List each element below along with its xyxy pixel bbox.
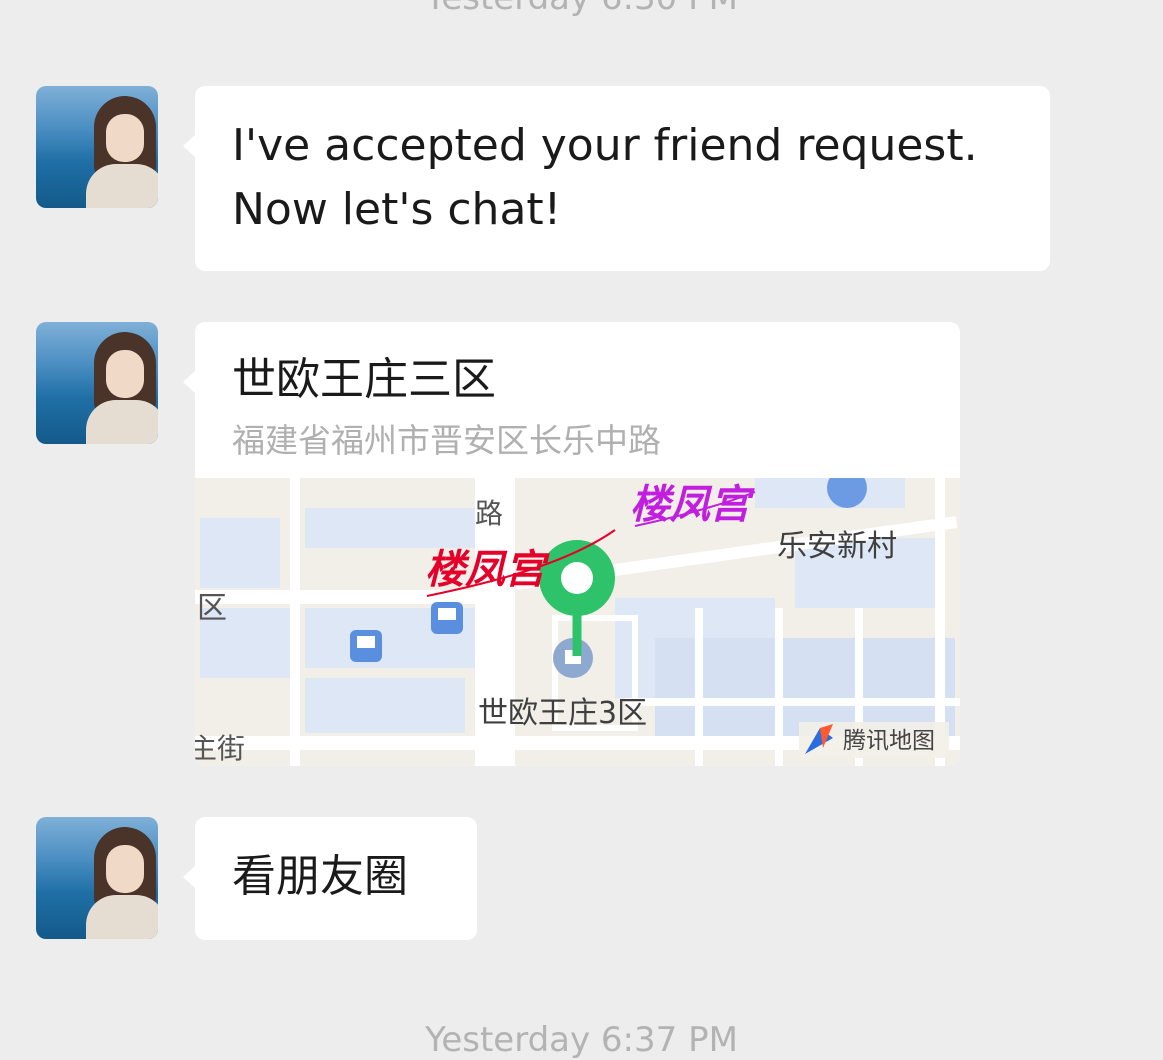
watermark-purple: 楼凤宫 — [630, 482, 755, 528]
timestamp: Yesterday 6:37 PM — [425, 1020, 738, 1060]
timestamp: Yesterday 6:30 PM — [0, 0, 1163, 18]
location-title: 世欧王庄三区 — [232, 354, 496, 405]
message-text: I've accepted your friend request. Now l… — [232, 120, 978, 235]
map-label-road: 路 — [475, 497, 503, 530]
contact-avatar[interactable] — [36, 86, 158, 208]
watermark-red: 楼凤宫 — [425, 547, 550, 593]
map-label-left: 区 — [197, 591, 227, 626]
map-label-place: 世欧王庄3区 — [478, 696, 647, 731]
map-label-bottom-left: 主街 — [195, 732, 245, 765]
location-message[interactable]: 世欧王庄三区 福建省福州市晋安区长乐中路 楼凤宫 楼凤宫 乐安新村 世欧王庄3区… — [195, 322, 960, 766]
message-bubble[interactable]: I've accepted your friend request. Now l… — [183, 86, 1050, 271]
contact-avatar[interactable] — [36, 322, 158, 444]
message-bubble[interactable]: 看朋友圈 — [183, 817, 477, 940]
message-text: 看朋友圈 — [232, 851, 408, 902]
map-graphic: 楼凤宫 楼凤宫 乐安新村 世欧王庄3区 路 区 主街 腾讯地图 — [195, 468, 960, 766]
map-attribution: 腾讯地图 — [843, 728, 935, 754]
map-label-village: 乐安新村 — [777, 529, 897, 564]
contact-avatar[interactable] — [36, 817, 158, 939]
location-address: 福建省福州市晋安区长乐中路 — [232, 421, 661, 460]
map-preview[interactable]: 楼凤宫 楼凤宫 乐安新村 世欧王庄3区 路 区 主街 腾讯地图 — [195, 468, 960, 766]
